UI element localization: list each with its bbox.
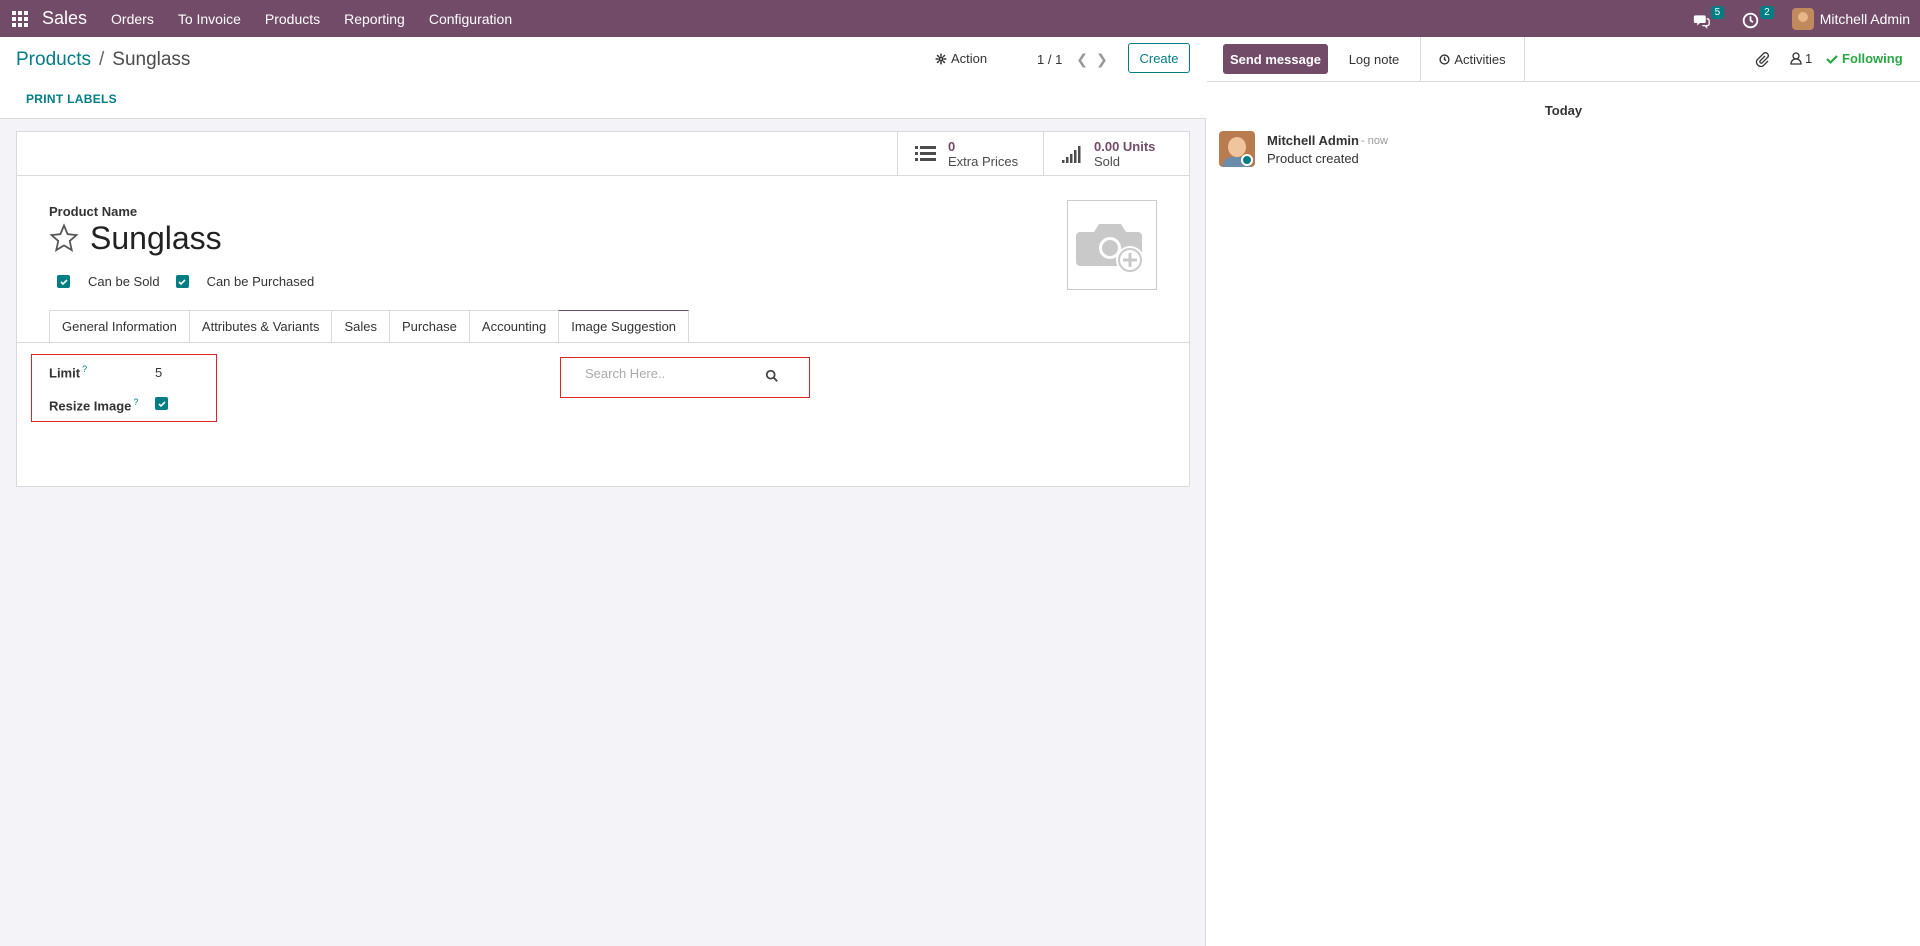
activity-menu[interactable]: 2	[1742, 6, 1774, 29]
resize-image-checkbox[interactable]	[155, 397, 168, 410]
tab-image-suggestion[interactable]: Image Suggestion	[558, 310, 690, 343]
menu-reporting[interactable]: Reporting	[344, 11, 405, 27]
breadcrumb-separator: /	[98, 49, 105, 70]
send-message-button[interactable]: Send message	[1223, 44, 1328, 74]
list-icon	[915, 146, 936, 161]
breadcrumb-current: Sunglass	[112, 49, 191, 70]
tabs-divider	[17, 342, 1189, 343]
resize-label-row: Resize Image?	[49, 397, 138, 413]
product-name-label: Product Name	[49, 204, 138, 219]
action-button[interactable]: Action	[935, 51, 987, 66]
smart-button-box: 0 Extra Prices 0.00 Units Sold	[17, 132, 1189, 176]
log-note-button[interactable]: Log note	[1328, 37, 1421, 82]
pager-previous-icon[interactable]: ❮	[1076, 51, 1088, 68]
activities-label: Activities	[1454, 52, 1506, 67]
following-button[interactable]: Following	[1826, 51, 1903, 66]
pager-next-icon[interactable]: ❯	[1096, 51, 1108, 68]
notebook-tabs: General Information Attributes & Variant…	[49, 310, 690, 343]
pager: 1 / 1 ❮ ❯	[1037, 51, 1108, 68]
user-name: Mitchell Admin	[1819, 10, 1910, 27]
paperclip-icon[interactable]	[1754, 51, 1770, 67]
gear-icon	[935, 53, 947, 64]
sale-purchase-options: Can be Sold Can be Purchased	[57, 274, 330, 289]
form-view: Products / Sunglass Action 1 / 1 ❮ ❯ Cre…	[0, 37, 1206, 946]
extra-prices-value: 0	[948, 139, 956, 154]
camera-add-icon	[1076, 224, 1144, 274]
product-image-upload[interactable]	[1067, 200, 1157, 290]
limit-input[interactable]: 5	[155, 365, 162, 380]
tab-accounting[interactable]: Accounting	[468, 310, 559, 343]
form-sheet: 0 Extra Prices 0.00 Units Sold Product N…	[16, 131, 1190, 487]
menu-products[interactable]: Products	[265, 11, 320, 27]
followers-count: 1	[1805, 51, 1813, 66]
activities-button[interactable]: Activities	[1421, 37, 1525, 82]
extra-prices-button[interactable]: 0 Extra Prices	[897, 132, 1043, 176]
search-icon[interactable]	[765, 369, 779, 383]
units-sold-button[interactable]: 0.00 Units Sold	[1043, 132, 1189, 176]
extra-prices-label: Extra Prices	[948, 154, 1019, 169]
menu-configuration[interactable]: Configuration	[429, 11, 512, 27]
messaging-menu[interactable]: 5	[1693, 6, 1725, 29]
star-icon[interactable]	[49, 223, 79, 253]
resize-help-icon[interactable]: ?	[133, 397, 138, 407]
image-search-input[interactable]	[585, 366, 765, 381]
can-be-purchased-label: Can be Purchased	[206, 274, 315, 289]
user-icon	[1790, 52, 1802, 65]
message-author[interactable]: Mitchell Admin	[1267, 133, 1359, 148]
followers-button[interactable]: 1	[1790, 51, 1812, 66]
date-separator: Today	[1544, 103, 1583, 118]
user-menu[interactable]: Mitchell Admin	[1791, 7, 1910, 30]
clock-icon	[1742, 12, 1759, 29]
menu-orders[interactable]: Orders	[111, 11, 154, 27]
limit-label-row: Limit?	[49, 364, 87, 380]
apps-menu-icon[interactable]	[12, 10, 28, 27]
signal-bars-icon	[1062, 146, 1081, 163]
units-sold-value: 0.00 Units	[1094, 139, 1156, 154]
menu-to-invoice[interactable]: To Invoice	[178, 11, 241, 27]
following-label: Following	[1842, 51, 1903, 66]
check-icon	[1826, 54, 1838, 64]
activities-badge: 2	[1760, 6, 1774, 19]
chatter-panel: Send message Log note Activities 1 Follo…	[1207, 37, 1920, 946]
tab-sales[interactable]: Sales	[331, 310, 389, 343]
tab-general-information[interactable]: General Information	[49, 310, 189, 343]
chat-icon	[1693, 15, 1710, 29]
chatter-topbar: Send message Log note Activities 1 Follo…	[1207, 37, 1920, 82]
message-time: - now	[1361, 135, 1388, 147]
can-be-purchased-checkbox[interactable]	[175, 275, 189, 288]
limit-help-icon[interactable]: ?	[82, 364, 87, 374]
online-status-icon	[1241, 154, 1253, 166]
action-label: Action	[951, 51, 988, 66]
units-sold-label: Sold	[1094, 154, 1121, 169]
user-avatar	[1791, 7, 1814, 30]
limit-label: Limit	[49, 365, 81, 381]
can-be-sold-label: Can be Sold	[88, 274, 160, 289]
messages-badge: 5	[1710, 6, 1725, 19]
pager-value[interactable]: 1 / 1	[1037, 52, 1062, 67]
create-button[interactable]: Create	[1128, 43, 1190, 73]
breadcrumb: Products / Sunglass	[16, 49, 190, 71]
resize-image-label: Resize Image	[49, 398, 132, 414]
clock-icon	[1439, 54, 1450, 65]
can-be-sold-checkbox[interactable]	[57, 275, 70, 288]
tab-purchase[interactable]: Purchase	[388, 310, 469, 343]
message-body: Product created	[1267, 151, 1359, 166]
tab-attributes-variants[interactable]: Attributes & Variants	[188, 310, 332, 343]
app-brand[interactable]: Sales	[42, 8, 87, 29]
breadcrumb-products[interactable]: Products	[16, 49, 91, 71]
control-panel: Products / Sunglass Action 1 / 1 ❮ ❯ Cre…	[0, 37, 1206, 119]
product-name-field[interactable]: Sunglass	[90, 220, 222, 257]
print-labels-button[interactable]: PRINT LABELS	[26, 92, 117, 106]
top-navbar: Sales Orders To Invoice Products Reporti…	[0, 0, 1920, 37]
